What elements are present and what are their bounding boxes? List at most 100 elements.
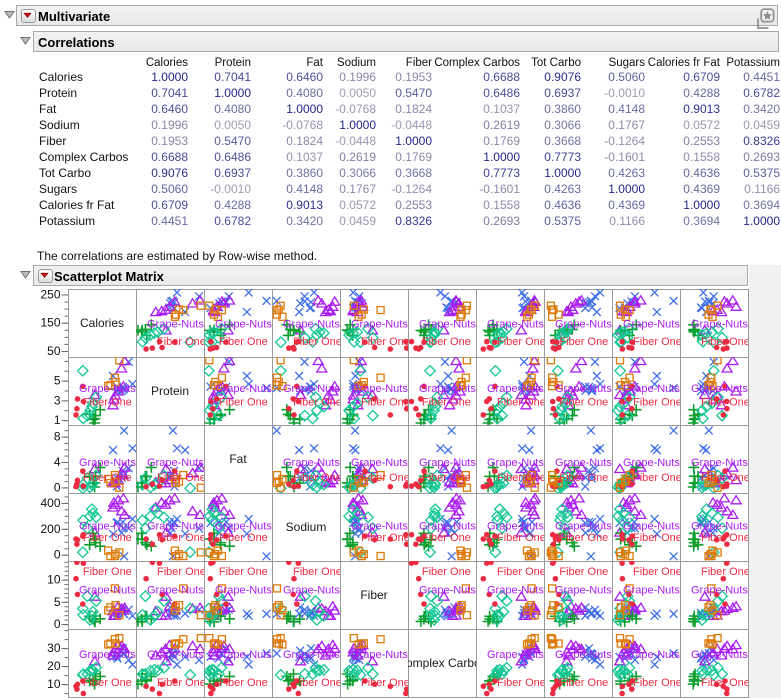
svg-text:Fiber: Fiber (360, 588, 387, 602)
svg-text:Grape-Nuts: Grape-Nuts (283, 457, 340, 469)
svg-text:Fiber One: Fiber One (633, 677, 682, 689)
svg-text:20: 20 (47, 659, 61, 673)
svg-text:5: 5 (54, 595, 61, 609)
svg-text:Fiber One: Fiber One (293, 566, 342, 578)
svg-text:Fiber One: Fiber One (422, 532, 471, 544)
svg-text:Grape-Nuts: Grape-Nuts (147, 585, 204, 597)
svg-text:Fiber One: Fiber One (422, 566, 471, 578)
svg-text:Grape-Nuts: Grape-Nuts (419, 318, 476, 330)
svg-text:10: 10 (47, 573, 61, 587)
svg-text:150: 150 (40, 316, 60, 330)
svg-text:Fiber One: Fiber One (559, 532, 608, 544)
svg-text:Grape-Nuts: Grape-Nuts (147, 318, 204, 330)
svg-text:Grape-Nuts: Grape-Nuts (623, 585, 680, 597)
svg-text:Fiber One: Fiber One (361, 677, 410, 689)
svg-text:Grape-Nuts: Grape-Nuts (555, 318, 612, 330)
svg-text:Fiber One: Fiber One (633, 336, 682, 348)
svg-text:Fiber One: Fiber One (701, 397, 750, 409)
svg-text:Grape-Nuts: Grape-Nuts (147, 649, 204, 661)
svg-text:Grape-Nuts: Grape-Nuts (283, 649, 340, 661)
svg-text:Fiber One: Fiber One (633, 397, 682, 409)
svg-text:200: 200 (40, 522, 60, 536)
svg-text:10: 10 (47, 677, 61, 691)
svg-text:Fiber One: Fiber One (422, 472, 471, 484)
svg-text:Grape-Nuts: Grape-Nuts (487, 649, 544, 661)
svg-text:0: 0 (54, 617, 61, 631)
svg-text:Grape-Nuts: Grape-Nuts (79, 649, 136, 661)
svg-text:Fiber One: Fiber One (701, 677, 750, 689)
svg-text:Grape-Nuts: Grape-Nuts (351, 383, 408, 395)
svg-text:Fiber One: Fiber One (83, 677, 132, 689)
svg-text:Fiber One: Fiber One (633, 472, 682, 484)
svg-text:Fiber One: Fiber One (83, 566, 132, 578)
svg-text:Fiber One: Fiber One (361, 397, 410, 409)
svg-text:Fiber One: Fiber One (559, 472, 608, 484)
svg-text:Grape-Nuts: Grape-Nuts (623, 521, 680, 533)
svg-text:Grape-Nuts: Grape-Nuts (555, 457, 612, 469)
svg-text:Fiber One: Fiber One (83, 532, 132, 544)
svg-text:Grape-Nuts: Grape-Nuts (623, 318, 680, 330)
svg-text:250: 250 (40, 288, 60, 302)
svg-text:Grape-Nuts: Grape-Nuts (351, 457, 408, 469)
svg-text:Fiber One: Fiber One (293, 677, 342, 689)
svg-text:Fat: Fat (229, 452, 247, 466)
svg-text:Grape-Nuts: Grape-Nuts (351, 649, 408, 661)
svg-text:Grape-Nuts: Grape-Nuts (487, 383, 544, 395)
svg-text:Grape-Nuts: Grape-Nuts (79, 457, 136, 469)
svg-text:Grape-Nuts: Grape-Nuts (487, 318, 544, 330)
svg-text:Complex Carbos: Complex Carbos (397, 656, 486, 670)
svg-text:Grape-Nuts: Grape-Nuts (623, 649, 680, 661)
svg-text:Fiber One: Fiber One (497, 532, 546, 544)
svg-text:Fiber One: Fiber One (157, 472, 206, 484)
svg-text:Calories: Calories (80, 316, 124, 330)
svg-text:1: 1 (54, 413, 61, 427)
svg-text:Grape-Nuts: Grape-Nuts (351, 318, 408, 330)
svg-text:Fiber One: Fiber One (219, 566, 268, 578)
svg-text:Fiber One: Fiber One (497, 397, 546, 409)
svg-text:Grape-Nuts: Grape-Nuts (487, 521, 544, 533)
svg-text:4: 4 (54, 455, 61, 469)
svg-text:Grape-Nuts: Grape-Nuts (147, 521, 204, 533)
svg-text:Grape-Nuts: Grape-Nuts (555, 649, 612, 661)
svg-text:Grape-Nuts: Grape-Nuts (215, 649, 272, 661)
svg-text:Protein: Protein (151, 384, 189, 398)
svg-text:Grape-Nuts: Grape-Nuts (623, 383, 680, 395)
svg-text:Fiber One: Fiber One (497, 566, 546, 578)
svg-text:Fiber One: Fiber One (559, 397, 608, 409)
svg-text:Fiber One: Fiber One (361, 472, 410, 484)
svg-text:Fiber One: Fiber One (293, 472, 342, 484)
svg-text:Grape-Nuts: Grape-Nuts (691, 649, 748, 661)
svg-text:Fiber One: Fiber One (497, 472, 546, 484)
svg-text:Grape-Nuts: Grape-Nuts (555, 383, 612, 395)
svg-text:5: 5 (54, 374, 61, 388)
svg-text:Grape-Nuts: Grape-Nuts (691, 318, 748, 330)
svg-text:Grape-Nuts: Grape-Nuts (283, 585, 340, 597)
svg-text:Grape-Nuts: Grape-Nuts (215, 585, 272, 597)
svg-text:Fiber One: Fiber One (293, 397, 342, 409)
svg-text:Grape-Nuts: Grape-Nuts (215, 521, 272, 533)
svg-text:Grape-Nuts: Grape-Nuts (487, 457, 544, 469)
svg-text:Grape-Nuts: Grape-Nuts (283, 383, 340, 395)
svg-text:Fiber One: Fiber One (157, 532, 206, 544)
svg-text:Grape-Nuts: Grape-Nuts (79, 383, 136, 395)
svg-text:Fiber One: Fiber One (83, 397, 132, 409)
svg-text:50: 50 (47, 344, 61, 358)
svg-text:Fiber One: Fiber One (422, 336, 471, 348)
svg-text:Fiber One: Fiber One (219, 336, 268, 348)
svg-text:Fiber One: Fiber One (361, 532, 410, 544)
svg-text:Grape-Nuts: Grape-Nuts (215, 383, 272, 395)
svg-text:Fiber One: Fiber One (219, 677, 268, 689)
svg-text:Fiber One: Fiber One (633, 566, 682, 578)
svg-text:Fiber One: Fiber One (497, 336, 546, 348)
svg-text:Grape-Nuts: Grape-Nuts (691, 585, 748, 597)
svg-text:Fiber One: Fiber One (559, 677, 608, 689)
svg-text:Fiber One: Fiber One (293, 336, 342, 348)
svg-text:Grape-Nuts: Grape-Nuts (555, 521, 612, 533)
svg-text:400: 400 (40, 496, 60, 510)
svg-text:Grape-Nuts: Grape-Nuts (147, 457, 204, 469)
svg-text:Grape-Nuts: Grape-Nuts (419, 457, 476, 469)
svg-text:0: 0 (54, 548, 61, 562)
svg-text:0: 0 (54, 480, 61, 494)
svg-text:Fiber One: Fiber One (361, 336, 410, 348)
svg-text:Fiber One: Fiber One (701, 336, 750, 348)
